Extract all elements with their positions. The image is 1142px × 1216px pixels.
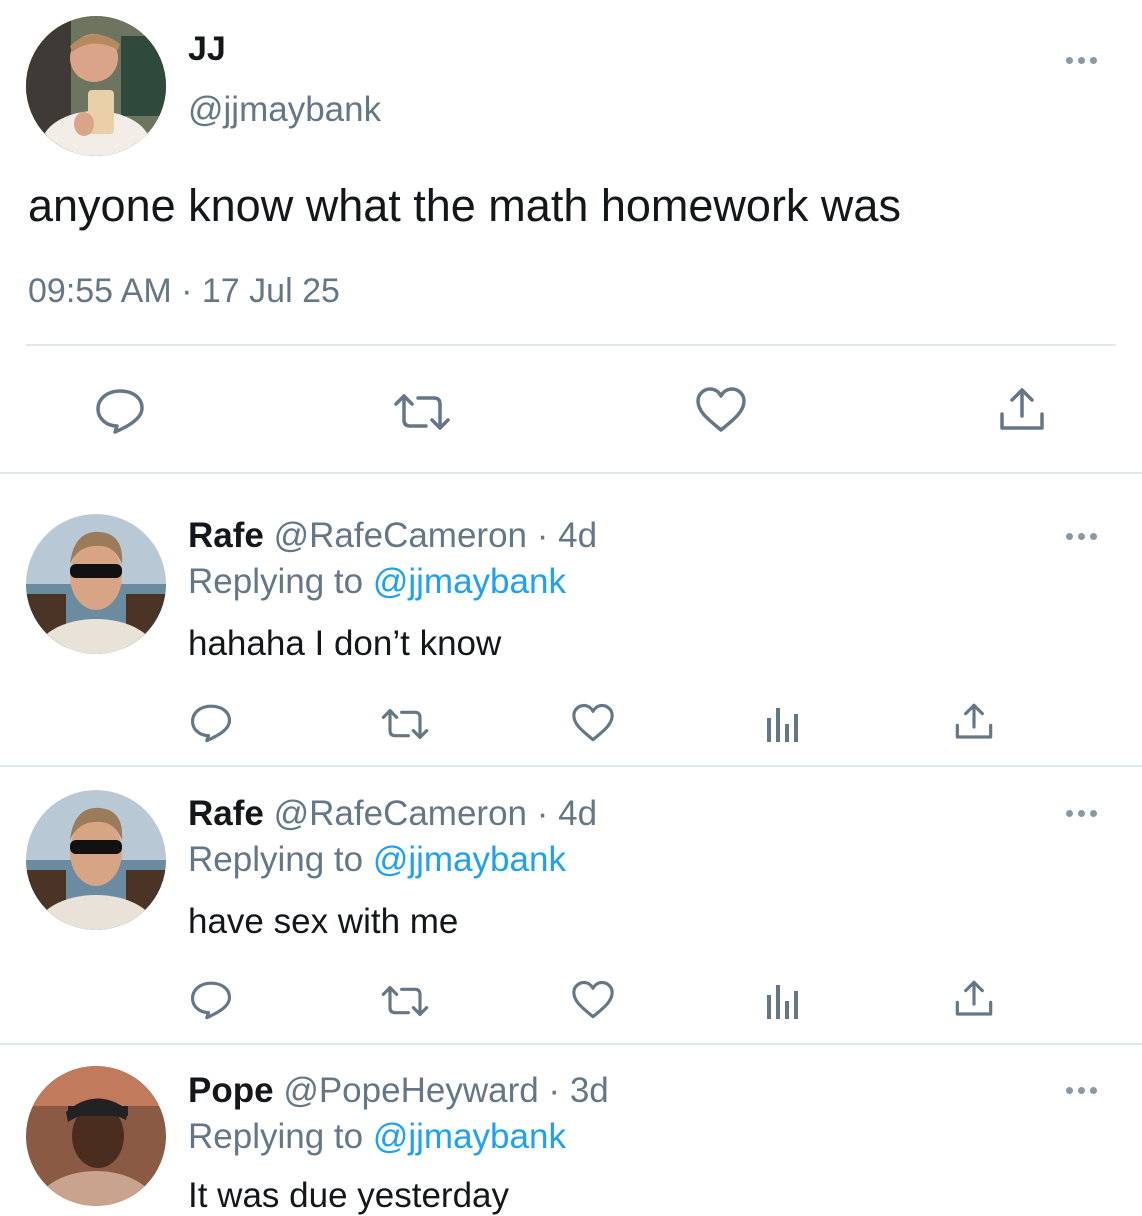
- author-handle[interactable]: @PopeHeyward: [283, 1071, 538, 1110]
- retweet-icon[interactable]: [392, 392, 452, 432]
- reply-header: Rafe @RafeCameron · 4d: [188, 794, 597, 834]
- replying-to: Replying to @jjmaybank: [188, 562, 566, 602]
- tweet-date: 17 Jul 25: [201, 272, 340, 310]
- avatar-photo: [26, 1066, 166, 1206]
- divider: [0, 472, 1142, 474]
- reply-text: have sex with me: [188, 902, 459, 941]
- avatar-photo: [26, 16, 166, 156]
- heart-icon[interactable]: [571, 703, 615, 743]
- timestamp-separator: ·: [181, 272, 193, 310]
- mention-link[interactable]: @jjmaybank: [373, 840, 566, 879]
- reply-age: 3d: [569, 1071, 609, 1110]
- more-icon[interactable]: [1066, 533, 1097, 540]
- author-name[interactable]: Rafe: [188, 794, 264, 833]
- heart-icon[interactable]: [695, 386, 747, 434]
- tweet-text: anyone know what the math homework was: [28, 180, 901, 231]
- avatar-photo: [26, 514, 166, 654]
- share-icon[interactable]: [954, 979, 994, 1019]
- reply-age: 4d: [558, 516, 598, 555]
- replying-prefix: Replying to: [188, 1117, 364, 1156]
- mention-link[interactable]: @jjmaybank: [373, 1117, 566, 1156]
- reply-text: It was due yesterday: [188, 1176, 509, 1215]
- heart-icon[interactable]: [571, 980, 615, 1020]
- mention-link[interactable]: @jjmaybank: [373, 562, 566, 601]
- comment-icon[interactable]: [95, 388, 145, 434]
- author-handle[interactable]: @RafeCameron: [274, 516, 527, 555]
- replying-prefix: Replying to: [188, 562, 364, 601]
- author-handle[interactable]: @jjmaybank: [188, 90, 381, 130]
- comment-icon[interactable]: [190, 980, 232, 1020]
- replying-to: Replying to @jjmaybank: [188, 840, 566, 880]
- share-icon[interactable]: [998, 386, 1046, 434]
- analytics-icon[interactable]: [766, 981, 802, 1019]
- avatar[interactable]: [26, 16, 166, 156]
- more-icon[interactable]: [1066, 1087, 1097, 1094]
- tweet-time: 09:55 AM: [28, 272, 172, 310]
- more-icon[interactable]: [1066, 57, 1097, 64]
- tweet-timestamp: 09:55 AM · 17 Jul 25: [28, 272, 340, 311]
- replying-prefix: Replying to: [188, 840, 364, 879]
- share-icon[interactable]: [954, 702, 994, 742]
- replying-to: Replying to @jjmaybank: [188, 1117, 566, 1157]
- meta-separator: ·: [536, 794, 549, 833]
- reply-text: hahaha I don’t know: [188, 624, 502, 663]
- author-name[interactable]: JJ: [188, 30, 226, 69]
- divider: [0, 765, 1142, 767]
- avatar[interactable]: [26, 790, 166, 930]
- more-icon[interactable]: [1066, 810, 1097, 817]
- reply-age: 4d: [558, 794, 598, 833]
- author-name[interactable]: Pope: [188, 1071, 274, 1110]
- author-name[interactable]: Rafe: [188, 516, 264, 555]
- comment-icon[interactable]: [190, 703, 232, 743]
- meta-separator: ·: [548, 1071, 561, 1110]
- analytics-icon[interactable]: [766, 704, 802, 742]
- reply-header: Pope @PopeHeyward · 3d: [188, 1071, 609, 1111]
- author-handle[interactable]: @RafeCameron: [274, 794, 527, 833]
- reply-header: Rafe @RafeCameron · 4d: [188, 516, 597, 556]
- meta-separator: ·: [536, 516, 549, 555]
- divider: [0, 1043, 1142, 1045]
- divider: [26, 344, 1116, 346]
- retweet-icon[interactable]: [380, 984, 430, 1018]
- avatar[interactable]: [26, 1066, 166, 1206]
- avatar-photo: [26, 790, 166, 930]
- avatar[interactable]: [26, 514, 166, 654]
- retweet-icon[interactable]: [380, 707, 430, 741]
